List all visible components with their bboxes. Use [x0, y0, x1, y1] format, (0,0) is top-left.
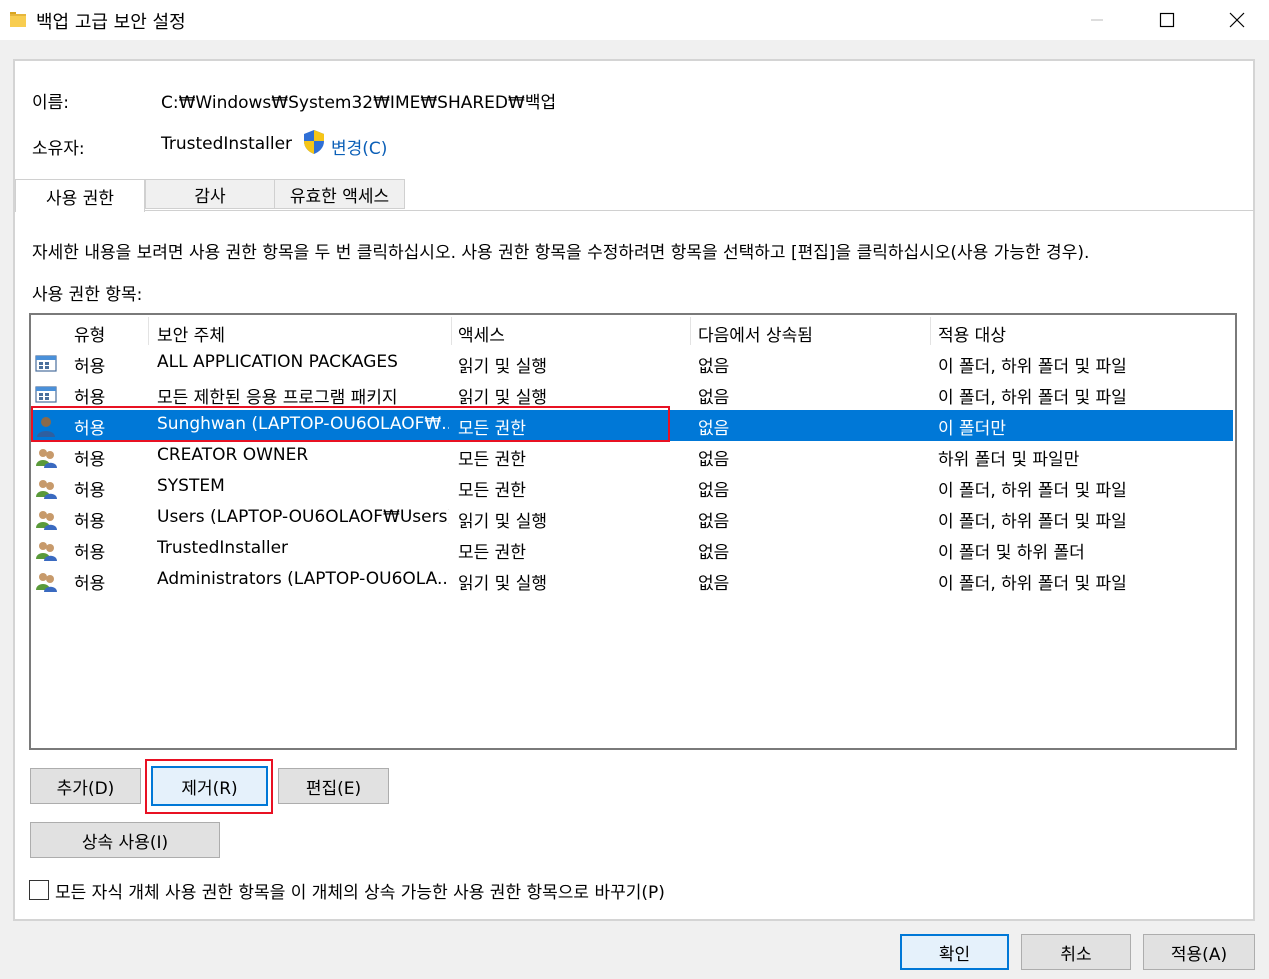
cell-type: 허용 [74, 481, 106, 501]
owner-value: TrustedInstaller [161, 134, 293, 154]
close-button[interactable] [1202, 0, 1269, 40]
cell-principal: Users (LAPTOP-OU6OLAOF₩Users) [157, 507, 449, 527]
name-label: 이름: [32, 93, 70, 113]
cell-principal: SYSTEM [157, 476, 225, 496]
permission-row[interactable]: 허용 SYSTEM 모든 권한 없음 이 폴더, 하위 폴더 및 파일 [31, 472, 1233, 503]
app-package-icon [35, 386, 57, 403]
close-icon [1229, 12, 1245, 28]
cell-type: 허용 [74, 388, 106, 408]
cell-access: 읽기 및 실행 [458, 388, 548, 408]
cell-applies: 이 폴더, 하위 폴더 및 파일 [938, 574, 1127, 594]
group-icon [36, 542, 57, 561]
maximize-icon [1159, 12, 1175, 28]
column-separator [148, 317, 149, 345]
change-owner-link[interactable]: 변경(C) [331, 134, 387, 159]
cell-applies: 이 폴더, 하위 폴더 및 파일 [938, 357, 1127, 377]
cell-applies: 이 폴더만 [938, 419, 1006, 439]
apply-button[interactable]: 적용(A) [1143, 934, 1255, 970]
cell-applies: 이 폴더, 하위 폴더 및 파일 [938, 388, 1127, 408]
cell-type: 허용 [74, 357, 106, 377]
column-header-applies-to[interactable]: 적용 대상 [938, 321, 1006, 346]
folder-icon [10, 12, 26, 27]
cell-type: 허용 [74, 543, 106, 563]
description-text: 자세한 내용을 보려면 사용 권한 항목을 두 번 클릭하십시오. 사용 권한 … [32, 243, 1090, 263]
replace-permissions-label: 모든 자식 개체 사용 권한 항목을 이 개체의 상속 가능한 사용 권한 항목… [55, 883, 665, 903]
maximize-button[interactable] [1132, 0, 1202, 40]
enable-inheritance-button[interactable]: 상속 사용(I) [30, 822, 220, 858]
column-header-type[interactable]: 유형 [74, 321, 105, 346]
uac-shield-icon [304, 130, 324, 154]
permission-row[interactable]: 허용 CREATOR OWNER 모든 권한 없음 하위 폴더 및 파일만 [31, 441, 1233, 472]
cell-applies: 이 폴더, 하위 폴더 및 파일 [938, 512, 1127, 532]
cell-access: 모든 권한 [458, 543, 526, 563]
edit-button[interactable]: 편집(E) [278, 768, 389, 804]
column-separator [690, 317, 691, 345]
cell-principal: CREATOR OWNER [157, 445, 309, 465]
cell-access: 읽기 및 실행 [458, 357, 548, 377]
add-button[interactable]: 추가(D) [30, 768, 141, 804]
permission-row[interactable]: 허용 Administrators (LAPTOP-OU6OLA... 읽기 및 실… [31, 565, 1233, 596]
group-icon [36, 480, 57, 499]
permission-row[interactable]: 허용 Users (LAPTOP-OU6OLAOF₩Users) 읽기 및 실행 없음… [31, 503, 1233, 534]
replace-permissions-checkbox[interactable] [29, 880, 49, 900]
column-header-inherited-from[interactable]: 다음에서 상속됨 [698, 321, 813, 346]
remove-button-highlight [145, 759, 273, 814]
tab-auditing[interactable]: 감사 [145, 179, 275, 209]
group-icon [36, 573, 57, 592]
name-value: C:₩Windows₩System32₩IME₩SHARED₩백업 [161, 93, 557, 113]
cell-type: 허용 [74, 574, 106, 594]
ok-button[interactable]: 확인 [900, 934, 1009, 970]
minimize-button[interactable] [1062, 0, 1132, 40]
entries-label: 사용 권한 항목: [32, 285, 143, 305]
cell-type: 허용 [74, 512, 106, 532]
cell-principal: ALL APPLICATION PACKAGES [157, 352, 398, 372]
minimize-icon [1091, 19, 1103, 21]
cell-type: 허용 [74, 450, 106, 470]
app-package-icon [35, 355, 57, 372]
cell-inherited: 없음 [698, 419, 730, 439]
cell-applies: 하위 폴더 및 파일만 [938, 450, 1080, 470]
owner-label: 소유자: [32, 139, 85, 159]
cell-inherited: 없음 [698, 512, 730, 532]
cell-principal: TrustedInstaller [157, 538, 289, 558]
tab-effective-access[interactable]: 유효한 액세스 [274, 179, 405, 209]
title-bar: 백업 고급 보안 설정 [0, 0, 1269, 40]
column-separator [451, 317, 452, 345]
group-icon [36, 449, 57, 468]
tab-permissions[interactable]: 사용 권한 [15, 179, 145, 212]
column-header-access[interactable]: 액세스 [458, 321, 505, 346]
cell-principal: Administrators (LAPTOP-OU6OLA... [157, 569, 449, 589]
column-separator [930, 317, 931, 345]
cell-inherited: 없음 [698, 574, 730, 594]
cell-access: 모든 권한 [458, 481, 526, 501]
cell-inherited: 없음 [698, 450, 730, 470]
cell-access: 읽기 및 실행 [458, 574, 548, 594]
cell-inherited: 없음 [698, 388, 730, 408]
selected-row-highlight [31, 406, 670, 442]
cancel-button[interactable]: 취소 [1021, 934, 1131, 970]
column-header-principal[interactable]: 보안 주체 [157, 321, 225, 346]
cell-access: 모든 권한 [458, 450, 526, 470]
cell-applies: 이 폴더, 하위 폴더 및 파일 [938, 481, 1127, 501]
window-title: 백업 고급 보안 설정 [36, 12, 186, 33]
tab-divider [15, 210, 1254, 211]
cell-applies: 이 폴더 및 하위 폴더 [938, 543, 1085, 563]
permission-row[interactable]: 허용 ALL APPLICATION PACKAGES 읽기 및 실행 없음 이 폴더,… [31, 348, 1233, 379]
group-icon [36, 511, 57, 530]
cell-inherited: 없음 [698, 481, 730, 501]
cell-principal: 모든 제한된 응용 프로그램 패키지 [157, 388, 398, 408]
permission-list[interactable]: 유형 보안 주체 액세스 다음에서 상속됨 적용 대상 허용 ALL APPLIC… [29, 313, 1237, 750]
cell-inherited: 없음 [698, 543, 730, 563]
cell-access: 읽기 및 실행 [458, 512, 548, 532]
permission-row[interactable]: 허용 TrustedInstaller 모든 권한 없음 이 폴더 및 하위 폴더 [31, 534, 1233, 565]
cell-inherited: 없음 [698, 357, 730, 377]
